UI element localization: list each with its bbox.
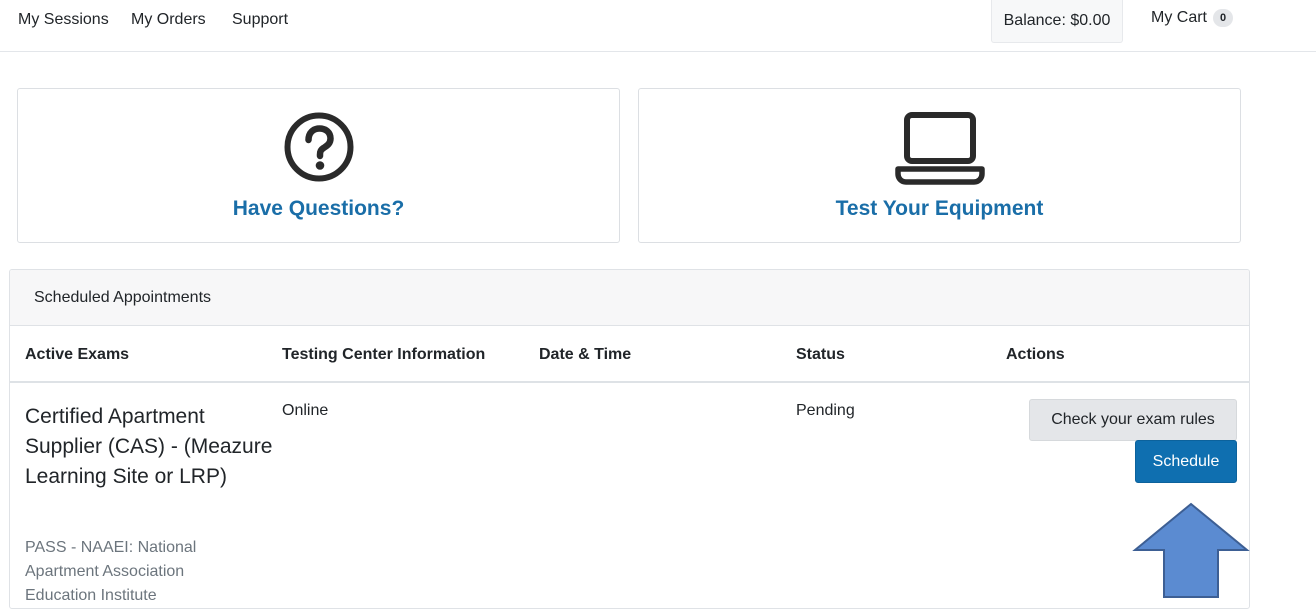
scheduled-appointments-panel: Scheduled Appointments Active Exams Test… xyxy=(9,269,1250,609)
my-cart-link[interactable]: My Cart 0 xyxy=(1151,9,1234,27)
laptop-icon xyxy=(894,112,985,185)
have-questions-card[interactable]: Have Questions? xyxy=(17,88,620,243)
table-header-row: Active Exams Testing Center Information … xyxy=(10,326,1249,383)
exam-name: Certified Apartment Supplier (CAS) - (Me… xyxy=(25,405,273,488)
balance-text: Balance: $0.00 xyxy=(1003,12,1111,29)
schedule-button[interactable]: Schedule xyxy=(1135,440,1237,483)
panel-title: Scheduled Appointments xyxy=(34,289,212,306)
cart-count-badge: 0 xyxy=(1213,9,1234,27)
testing-center-info: Online xyxy=(282,402,329,419)
cart-label: My Cart xyxy=(1151,9,1207,26)
panel-header: Scheduled Appointments xyxy=(10,270,1249,326)
column-header-testing-center: Testing Center Information xyxy=(282,346,486,363)
status-text: Pending xyxy=(796,402,855,419)
column-header-active-exams: Active Exams xyxy=(25,346,130,363)
column-header-status: Status xyxy=(796,346,845,363)
nav-my-orders[interactable]: My Orders xyxy=(131,11,206,29)
question-circle-icon xyxy=(284,112,353,182)
test-equipment-card[interactable]: Test Your Equipment xyxy=(638,88,1241,243)
have-questions-title: Have Questions? xyxy=(232,197,405,220)
nav-my-sessions[interactable]: My Sessions xyxy=(18,11,109,29)
nav-support[interactable]: Support xyxy=(232,11,288,29)
balance-display: Balance: $0.00 xyxy=(991,0,1123,43)
test-equipment-title: Test Your Equipment xyxy=(835,197,1044,220)
column-header-actions: Actions xyxy=(1006,346,1065,363)
top-navbar: My Sessions My Orders Support Balance: $… xyxy=(0,0,1316,52)
exam-provider: PASS - NAAEI: National Apartment Associa… xyxy=(25,539,197,604)
table-row: Certified Apartment Supplier (CAS) - (Me… xyxy=(10,383,1249,608)
column-header-date-time: Date & Time xyxy=(539,346,632,363)
check-exam-rules-button[interactable]: Check your exam rules xyxy=(1029,399,1237,441)
